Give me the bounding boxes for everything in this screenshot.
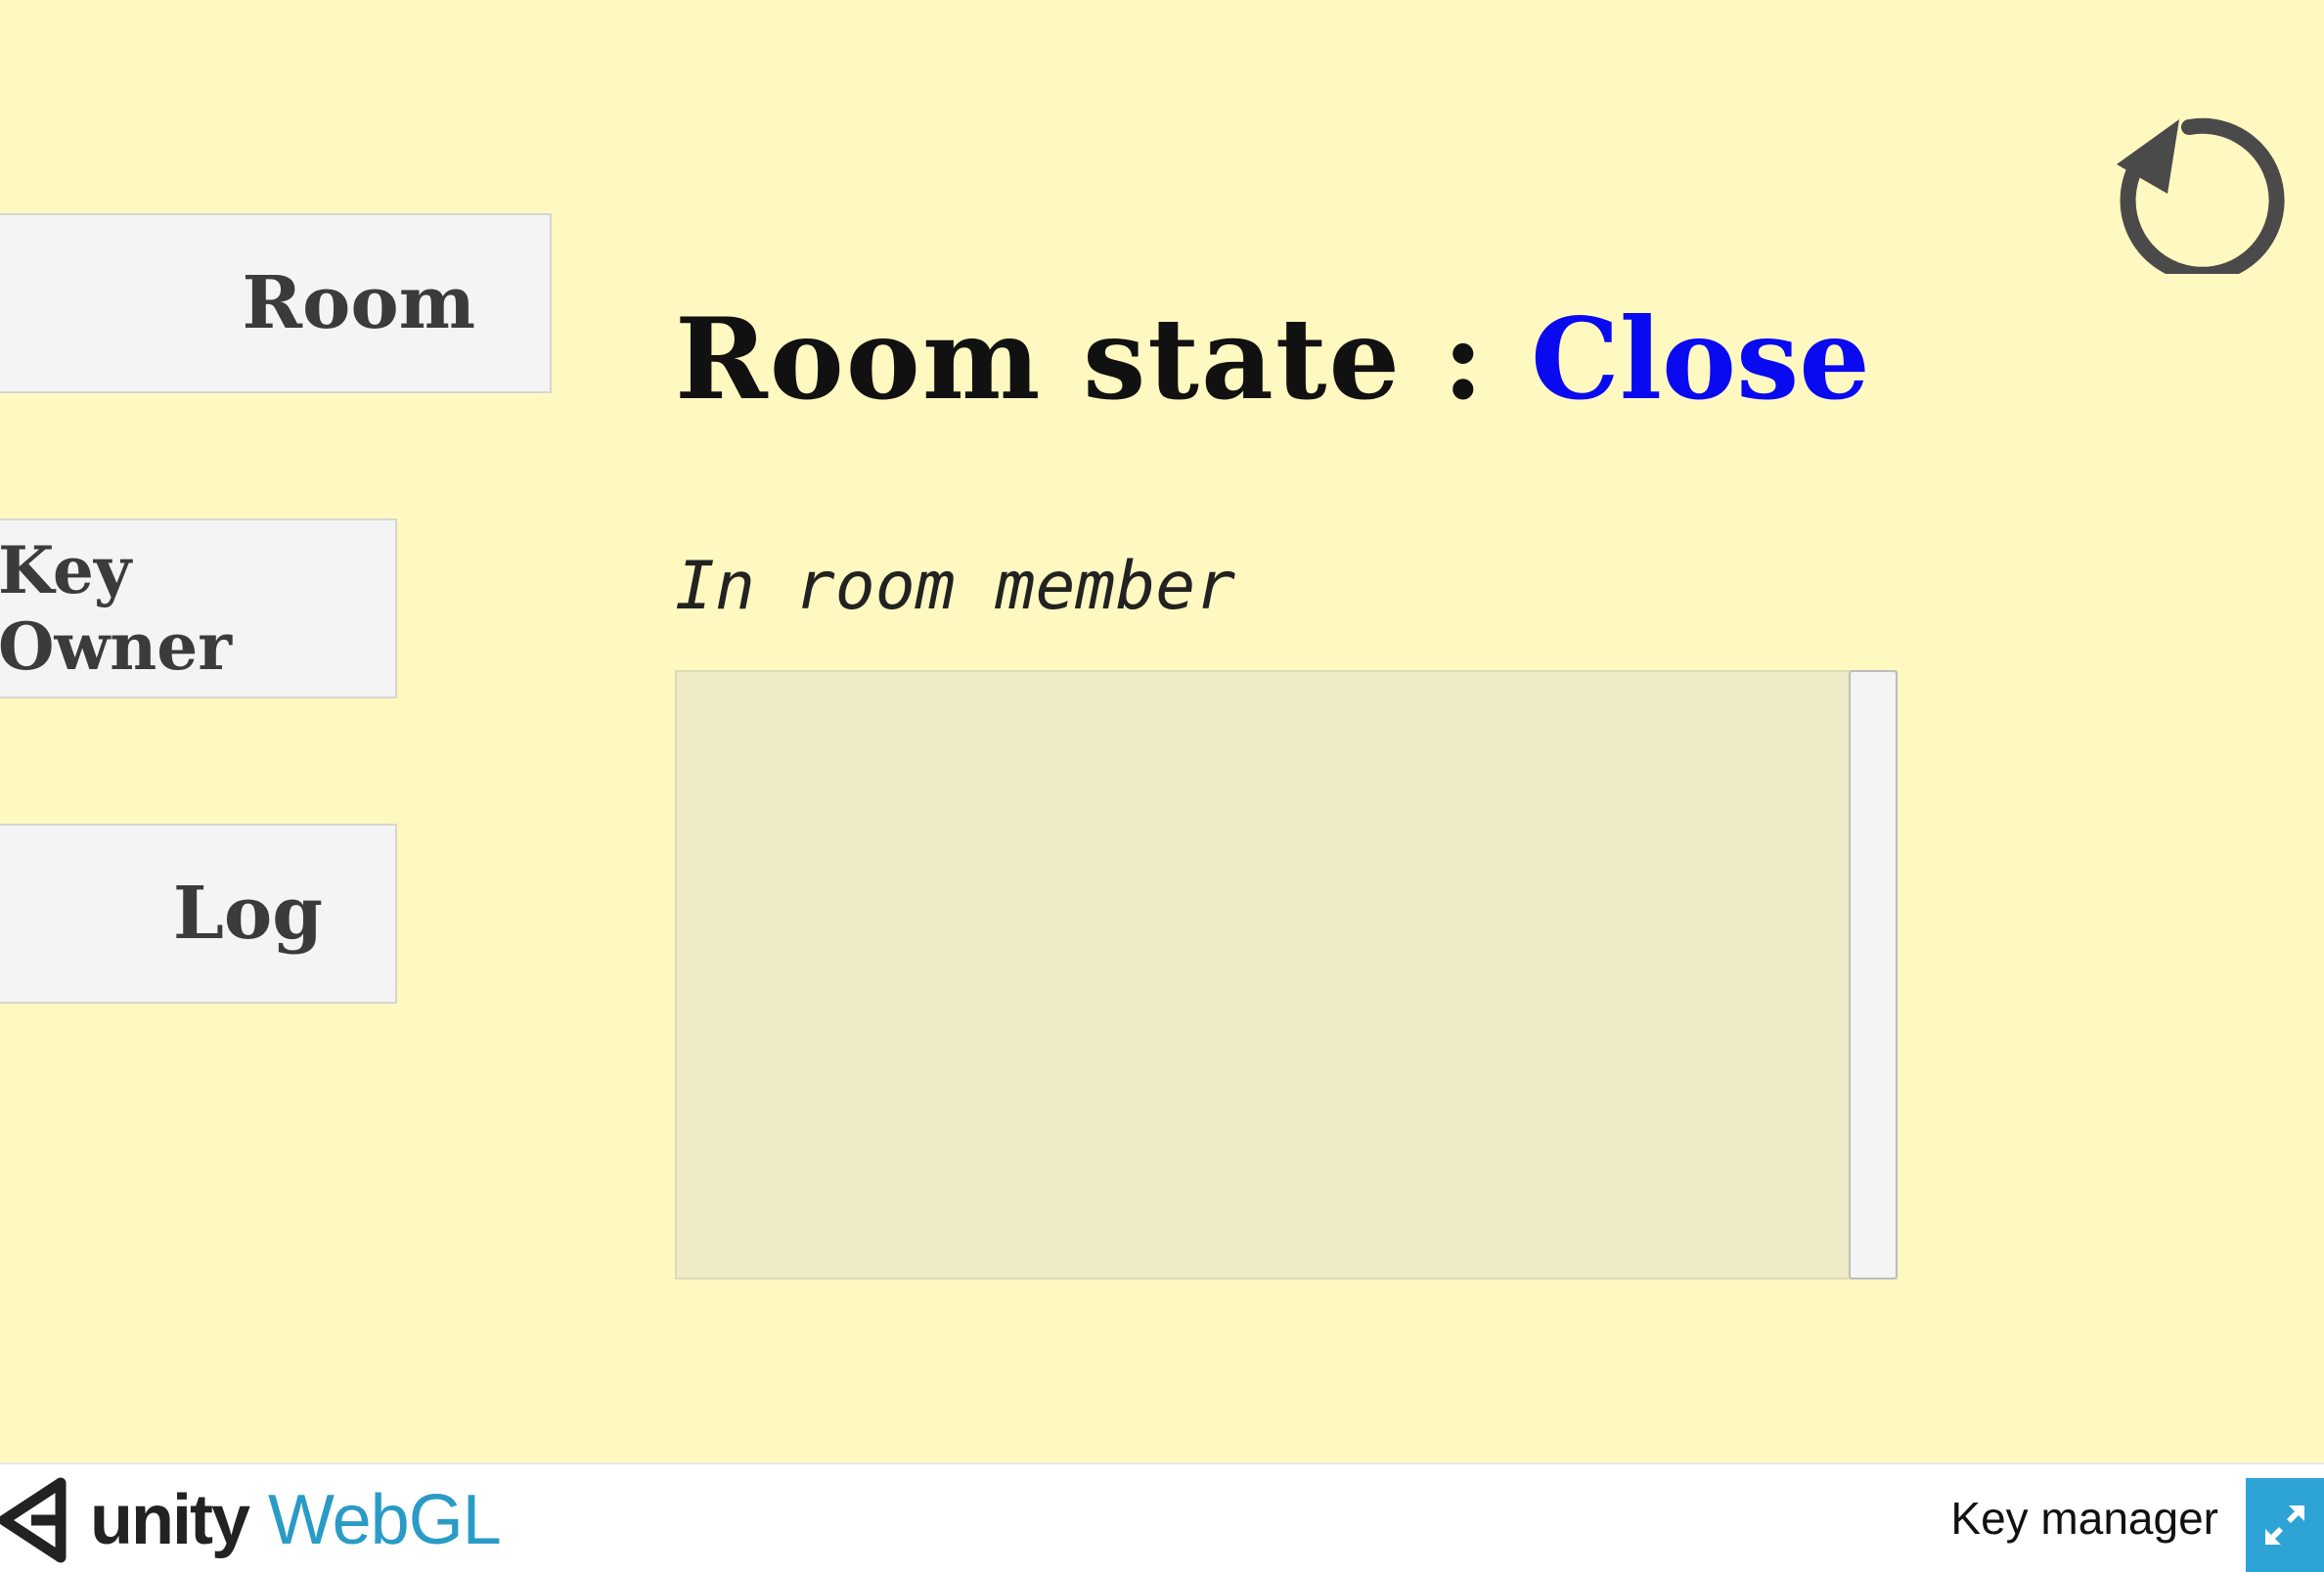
unity-canvas[interactable]: Room Key Owner Log Room state : Close In… <box>0 0 2324 1462</box>
unity-logo-icon <box>0 1477 67 1563</box>
member-list[interactable] <box>675 670 1898 1280</box>
log-button[interactable]: Log <box>0 824 397 1004</box>
refresh-icon[interactable] <box>2103 88 2299 274</box>
room-state-value: Close <box>1531 293 1870 425</box>
in-room-member-label: In room member <box>675 548 1236 625</box>
unity-logo-text: unity <box>90 1481 250 1559</box>
room-state-label: Room state : <box>675 293 1486 425</box>
webgl-logo-text: WebGL <box>267 1481 502 1559</box>
app-title: Key manager <box>1950 1493 2218 1544</box>
room-button-label: Room <box>242 261 475 345</box>
key-owner-button[interactable]: Key Owner <box>0 518 397 698</box>
log-button-label: Log <box>172 872 323 956</box>
room-button[interactable]: Room <box>0 213 552 393</box>
fullscreen-icon <box>2265 1505 2304 1545</box>
key-owner-button-label: Key Owner <box>0 532 233 685</box>
footer: unity WebGL Key manager <box>0 1462 2324 1572</box>
member-list-scrollbar[interactable] <box>1849 670 1898 1280</box>
unity-webgl-logo: unity WebGL <box>0 1477 502 1563</box>
fullscreen-button[interactable] <box>2246 1478 2324 1572</box>
